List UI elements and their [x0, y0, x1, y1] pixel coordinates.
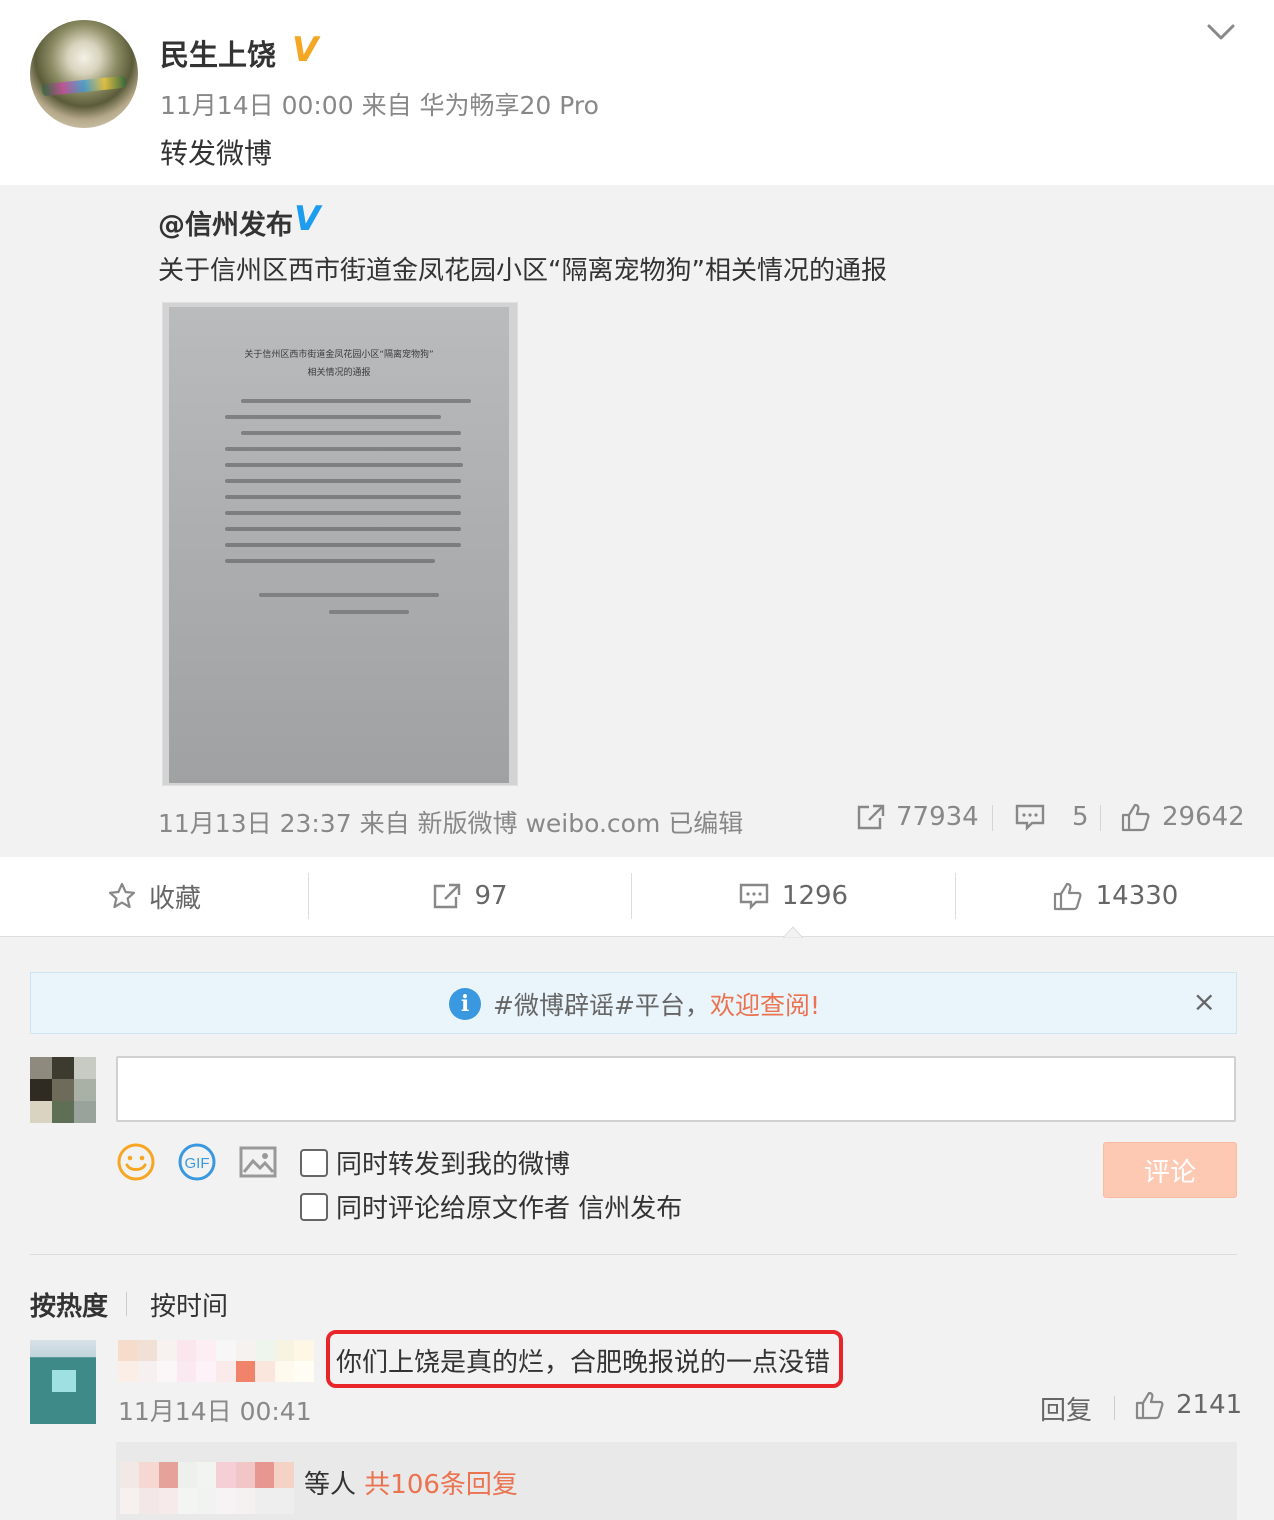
comment-like-button[interactable]: 2141	[1134, 1390, 1242, 1420]
thumbs-up-icon	[1121, 803, 1150, 832]
svg-text:GIF: GIF	[185, 1155, 210, 1172]
comment-to-author-option[interactable]: 同时评论给原文作者 信州发布	[300, 1188, 682, 1225]
original-post-text: 关于信州区西市街道金凤花园小区“隔离宠物狗”相关情况的通报	[158, 256, 887, 286]
my-avatar	[30, 1057, 96, 1123]
comment-text: 你们上饶是真的烂，合肥晚报说的一点没错	[336, 1348, 831, 1378]
emoji-icon[interactable]	[116, 1142, 156, 1182]
comment-icon	[739, 883, 769, 910]
verified-badge-icon: V	[292, 30, 319, 70]
info-icon: i	[449, 988, 482, 1020]
notice-link[interactable]: 欢迎查阅!	[710, 986, 820, 1022]
user-avatar[interactable]	[30, 20, 138, 128]
active-tab-caret	[783, 926, 803, 938]
thumbs-up-icon	[1053, 882, 1082, 911]
user-name[interactable]: 民生上饶	[160, 32, 276, 74]
repost-option-label: 同时转发到我的微博	[336, 1150, 571, 1180]
repost-checkbox[interactable]	[300, 1148, 328, 1177]
sort-by-time-tab[interactable]: 按时间	[150, 1286, 228, 1323]
original-user-name[interactable]: @信州发布	[158, 203, 293, 242]
replies-count-link[interactable]: 共106条回复	[364, 1470, 518, 1500]
divider	[30, 1254, 1237, 1255]
document-subtitle: 相关情况的通报	[307, 368, 371, 378]
submit-comment-button[interactable]: 评论	[1103, 1142, 1237, 1198]
like-count-label: 29642	[1162, 802, 1245, 832]
repost-count-label: 77934	[896, 802, 979, 832]
star-icon	[108, 882, 136, 909]
commenter-avatar[interactable]	[30, 1340, 96, 1424]
comment-label: 1296	[781, 881, 849, 911]
notice-text: #微博辟谣#平台，	[493, 991, 710, 1020]
comment-tab-button[interactable]: 1296	[632, 857, 954, 935]
close-icon[interactable]: ×	[1193, 985, 1216, 1018]
thumbs-up-icon	[1135, 1391, 1164, 1420]
document-image[interactable]: 关于信州区西市街道金凤花园小区“隔离宠物狗” 相关情况的通报	[162, 302, 518, 786]
commenter-name-blurred[interactable]	[118, 1340, 314, 1382]
comment-time: 11月14日 00:41	[118, 1397, 312, 1426]
comment-input[interactable]	[116, 1056, 1236, 1122]
reply-button[interactable]: 回复	[1040, 1390, 1092, 1427]
share-icon	[434, 883, 461, 909]
comment-icon	[1015, 804, 1045, 831]
replier-names-blurred	[120, 1462, 294, 1514]
original-repost-count[interactable]: 77934	[856, 802, 979, 832]
like-button[interactable]: 14330	[956, 857, 1274, 935]
gif-icon[interactable]: GIF	[177, 1142, 217, 1182]
comment-to-author-label: 同时评论给原文作者 信州发布	[336, 1194, 683, 1224]
replies-summary-text: 等人 共106条回复	[304, 1464, 518, 1501]
rumor-notice-banner: i #微博辟谣#平台， 欢迎查阅! ×	[30, 972, 1237, 1034]
favorite-button[interactable]: 收藏	[0, 857, 308, 935]
sort-by-hot-tab[interactable]: 按热度	[30, 1286, 108, 1323]
post-meta: 11月14日 00:00 来自 华为畅享20 Pro	[160, 91, 599, 120]
verified-badge-icon: V	[294, 199, 321, 239]
comment-count-label: 5	[1072, 802, 1089, 832]
original-comment-count[interactable]: 5	[1014, 802, 1089, 832]
like-label: 14330	[1095, 881, 1179, 911]
chevron-down-icon[interactable]	[1205, 20, 1237, 46]
share-icon	[857, 804, 885, 830]
replies-suffix: 等人	[304, 1470, 357, 1500]
repost-button[interactable]: 97	[309, 857, 631, 935]
original-post-meta: 11月13日 23:37 来自 新版微博 weibo.com 已编辑	[158, 809, 744, 838]
image-icon[interactable]	[238, 1142, 278, 1182]
comment-like-count: 2141	[1176, 1390, 1243, 1420]
document-title: 关于信州区西市街道金凤花园小区“隔离宠物狗”	[244, 350, 434, 360]
repost-option[interactable]: 同时转发到我的微博	[300, 1144, 570, 1181]
original-like-count[interactable]: 29642	[1120, 802, 1245, 832]
comment-to-author-checkbox[interactable]	[300, 1192, 328, 1221]
post-text: 转发微博	[160, 137, 273, 170]
favorite-label: 收藏	[148, 883, 201, 914]
repost-label: 97	[474, 881, 508, 911]
